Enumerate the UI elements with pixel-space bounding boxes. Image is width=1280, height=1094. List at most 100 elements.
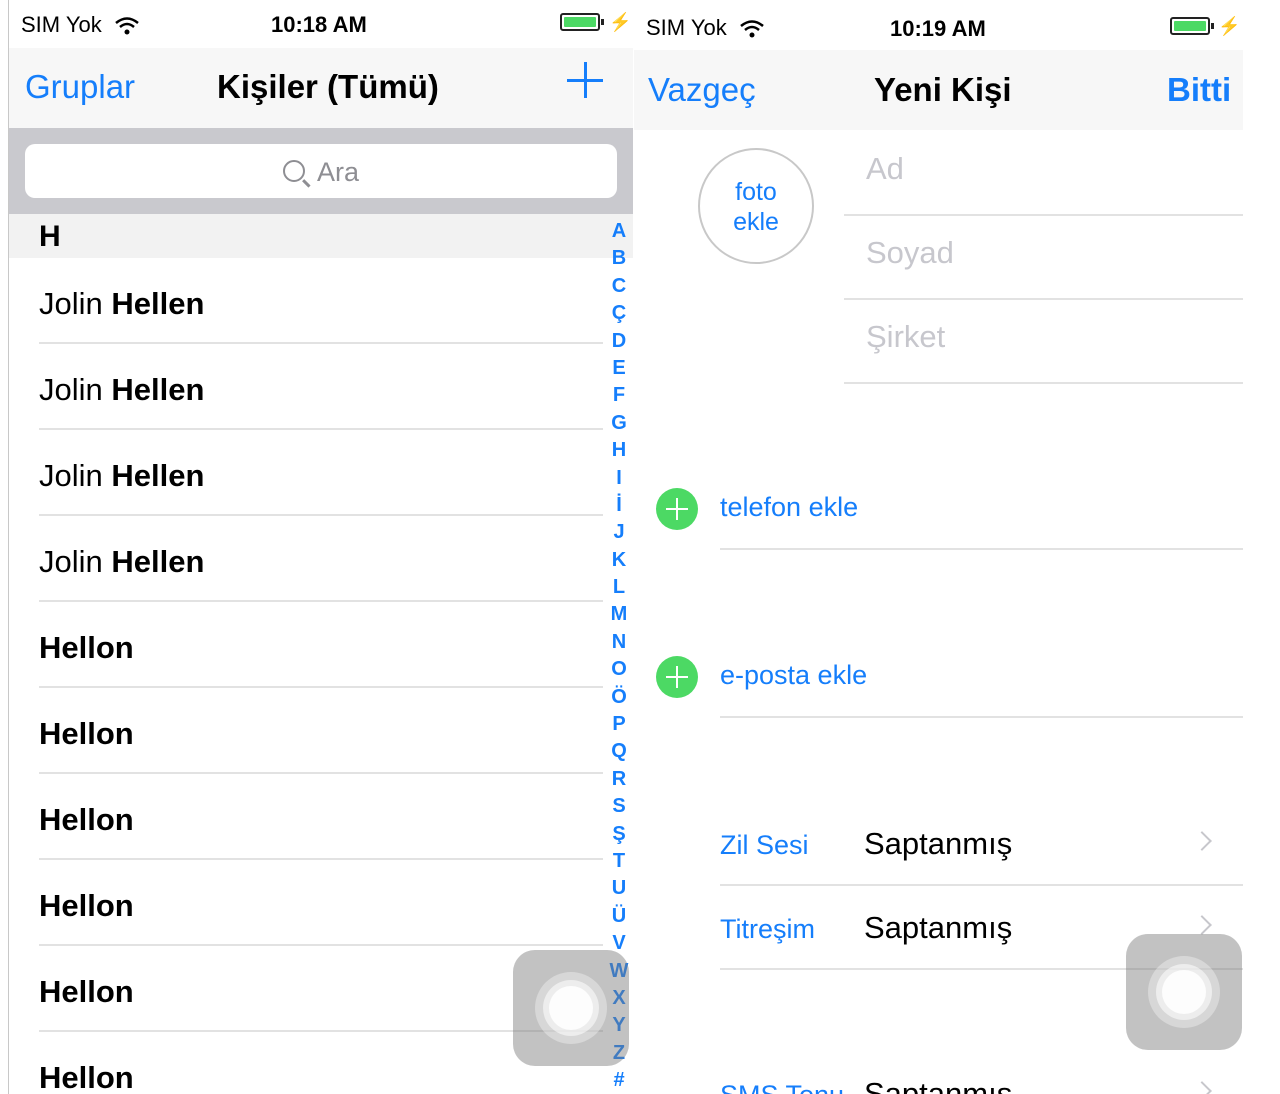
add-photo-line2: ekle (733, 208, 779, 236)
contact-first-name: Jolin (39, 458, 103, 493)
vibration-value: Saptanmış (864, 910, 1013, 945)
contact-last-name: Hellon (39, 1060, 134, 1094)
chevron-right-icon (1192, 915, 1212, 935)
add-phone-row[interactable]: telefon ekle (634, 466, 1243, 550)
index-letter[interactable]: G (605, 410, 633, 437)
add-email-row[interactable]: e-posta ekle (634, 634, 1243, 718)
sms-tone-label: SMS Tonu (720, 1080, 844, 1094)
contact-first-name: Jolin (39, 372, 103, 407)
first-name-input[interactable] (864, 150, 1228, 188)
add-phone-icon[interactable] (656, 488, 698, 530)
index-letter[interactable]: R (605, 766, 633, 793)
index-letter[interactable]: # (605, 1067, 633, 1094)
contact-row[interactable]: Jolin Hellen (9, 344, 603, 430)
cancel-button[interactable]: Vazgeç (648, 71, 756, 109)
contact-last-name: Hellon (39, 802, 134, 837)
index-letter[interactable]: Ö (605, 684, 633, 711)
index-letter[interactable]: C (605, 273, 633, 300)
index-letter[interactable]: D (605, 328, 633, 355)
wifi-icon (740, 20, 764, 38)
ringtone-row[interactable]: Zil Sesi Saptanmış (634, 802, 1243, 886)
company-field[interactable] (844, 300, 1243, 384)
status-bar: SIM Yok 10:18 AM ⚡ (9, 0, 633, 48)
carrier-text: SIM Yok (646, 15, 727, 40)
index-letter[interactable]: S (605, 793, 633, 820)
search-placeholder: Ara (316, 157, 360, 187)
search-input[interactable]: Ara (25, 144, 617, 198)
index-letter[interactable]: E (605, 355, 633, 382)
add-phone-label[interactable]: telefon ekle (720, 492, 858, 523)
index-letter[interactable]: P (605, 711, 633, 738)
index-letter[interactable]: Q (605, 738, 633, 765)
status-bar: SIM Yok 10:19 AM ⚡ (634, 0, 1243, 48)
index-letter[interactable]: B (605, 245, 633, 272)
index-letter[interactable]: T (605, 848, 633, 875)
index-letter[interactable]: J (605, 519, 633, 546)
battery-icon (560, 13, 604, 31)
index-letter[interactable]: M (605, 601, 633, 628)
add-photo-button[interactable]: foto ekle (698, 148, 814, 264)
company-input[interactable] (864, 318, 1228, 356)
first-name-field[interactable] (844, 132, 1243, 216)
done-button[interactable]: Bitti (1167, 71, 1231, 109)
index-letter[interactable]: H (605, 437, 633, 464)
contact-row[interactable]: Hellon (9, 774, 603, 860)
index-letter[interactable]: I (605, 465, 633, 492)
section-header: H (9, 214, 633, 258)
contact-last-name: Hellon (39, 974, 134, 1009)
search-icon (282, 160, 305, 182)
last-name-input[interactable] (864, 234, 1228, 272)
contact-row[interactable]: Hellon (9, 688, 603, 774)
navigation-bar: Vazgeç Yeni Kişi Bitti (634, 50, 1243, 130)
index-letter[interactable]: N (605, 629, 633, 656)
sms-tone-value: Saptanmış (864, 1076, 1013, 1094)
add-photo-line1: foto (735, 178, 777, 206)
search-bar: Ara (9, 128, 633, 214)
battery-icon (1170, 17, 1214, 35)
last-name-field[interactable] (844, 216, 1243, 300)
contact-last-name: Hellon (39, 716, 134, 751)
contacts-screen: SIM Yok 10:18 AM ⚡ Gruplar Kişiler (Tümü… (8, 0, 633, 1094)
contact-first-name: Jolin (39, 544, 103, 579)
wifi-icon (115, 17, 139, 35)
index-letter[interactable]: İ (605, 492, 633, 519)
assistive-touch-button[interactable] (513, 950, 629, 1066)
groups-button[interactable]: Gruplar (25, 68, 135, 106)
index-letter[interactable]: K (605, 547, 633, 574)
plus-icon[interactable] (567, 62, 603, 98)
navigation-bar: Gruplar Kişiler (Tümü) (9, 48, 633, 128)
contact-row[interactable]: Hellon (9, 860, 603, 946)
ringtone-label: Zil Sesi (720, 830, 809, 860)
index-letter[interactable]: O (605, 656, 633, 683)
add-email-icon[interactable] (656, 656, 698, 698)
index-letter[interactable]: Ş (605, 821, 633, 848)
status-time: 10:19 AM (890, 16, 986, 41)
carrier-label: SIM Yok (646, 15, 765, 41)
contact-last-name: Hellon (39, 630, 134, 665)
index-letter[interactable]: L (605, 574, 633, 601)
status-time: 10:18 AM (271, 12, 367, 37)
assistive-touch-button[interactable] (1126, 934, 1242, 1050)
contact-row[interactable]: Hellon (9, 602, 603, 688)
contact-row[interactable]: Jolin Hellen (9, 516, 603, 602)
contact-row[interactable]: Jolin Hellen (9, 430, 603, 516)
section-letter: H (39, 220, 61, 253)
index-letter[interactable]: A (605, 218, 633, 245)
vibration-label: Titreşim (720, 914, 815, 944)
chevron-right-icon (1192, 831, 1212, 851)
add-email-label[interactable]: e-posta ekle (720, 660, 867, 691)
page-title: Kişiler (Tümü) (217, 68, 439, 105)
new-contact-screen: SIM Yok 10:19 AM ⚡ Vazgeç Yeni Kişi Bitt… (634, 0, 1243, 1094)
index-letter[interactable]: Ç (605, 300, 633, 327)
sms-tone-row[interactable]: SMS Tonu Saptanmış (634, 1052, 1243, 1094)
ringtone-value: Saptanmış (864, 826, 1013, 861)
contact-first-name: Jolin (39, 286, 103, 321)
chevron-right-icon (1192, 1081, 1212, 1094)
index-letter[interactable]: F (605, 382, 633, 409)
index-letter[interactable]: Ü (605, 903, 633, 930)
carrier-text: SIM Yok (21, 12, 102, 37)
contact-row[interactable]: Jolin Hellen (9, 258, 603, 344)
carrier-label: SIM Yok (21, 12, 140, 38)
index-letter[interactable]: U (605, 875, 633, 902)
contact-last-name: Hellen (111, 372, 205, 407)
